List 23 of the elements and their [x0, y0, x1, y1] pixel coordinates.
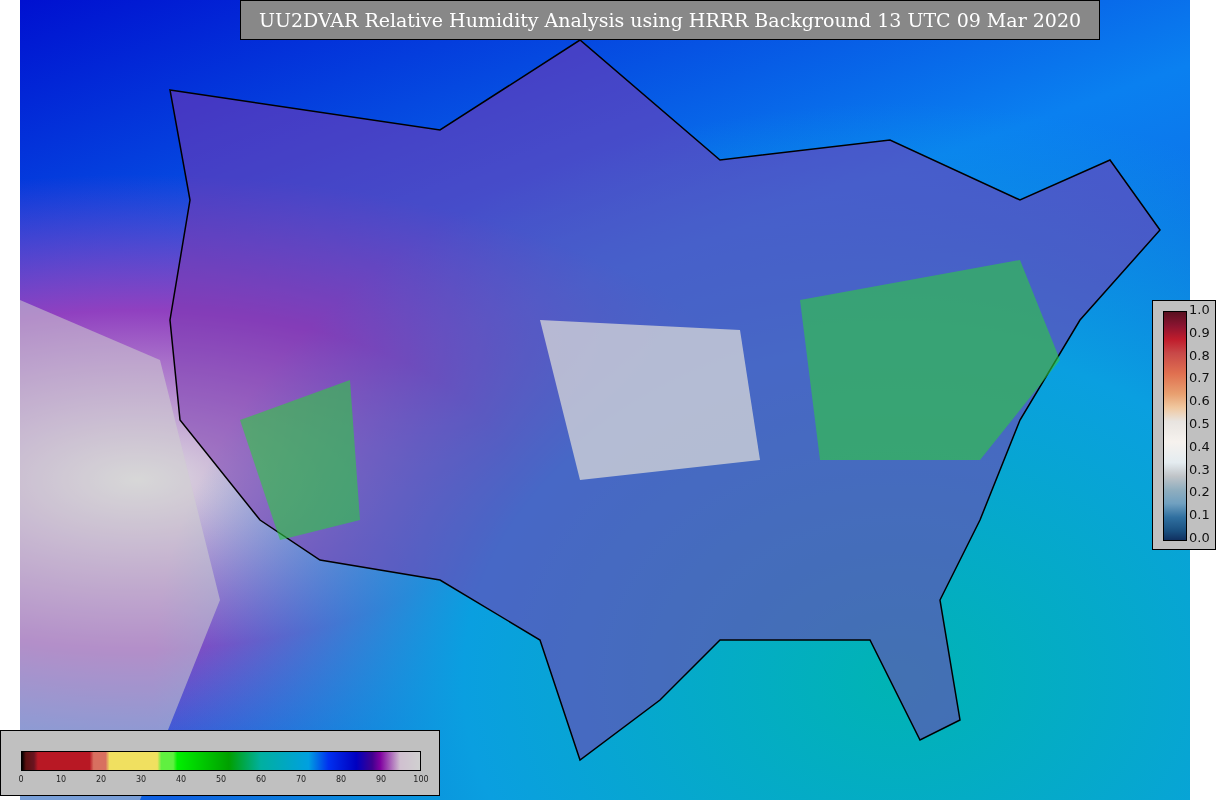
colorbar-tick-label: 0.9	[1189, 323, 1210, 342]
colorbar-tick-label: 100	[412, 775, 430, 784]
colorbar-tick-label: 0.1	[1189, 506, 1210, 525]
colorbar-tick-label: 60	[254, 775, 268, 784]
colorbar-tick-label: 90	[374, 775, 388, 784]
map-title: UU2DVAR Relative Humidity Analysis using HRRR Background 13 UTC 09 Mar 2020	[240, 0, 1100, 40]
colorbar-tick-label: 1.0	[1189, 301, 1210, 319]
colorbar-tick-label: 0.0	[1189, 528, 1210, 547]
colorbar-tick-label: 0	[17, 775, 25, 784]
colorbar-tick-label: 0.8	[1189, 346, 1210, 365]
colorbar-tick-label: 40	[174, 775, 188, 784]
colorbar-tick-label: 50	[214, 775, 228, 784]
colorbar-tick-label: 70	[294, 775, 308, 784]
colorbar-tick-label: 10	[54, 775, 68, 784]
colorbar-tick-label: 0.6	[1189, 392, 1210, 411]
colorbar-tick-label: 0.7	[1189, 369, 1210, 388]
colorbar-tick-label: 80	[334, 775, 348, 784]
colorbar-tick-label: 20	[94, 775, 108, 784]
colorbar-tick-label: 0.3	[1189, 460, 1210, 479]
colorbar-tick-label: 0.5	[1189, 415, 1210, 433]
colorbar-tick-label: 30	[134, 775, 148, 784]
colorbar-tick-label: 0.2	[1189, 483, 1210, 502]
colorbar-tick-label: 0.4	[1189, 437, 1210, 456]
